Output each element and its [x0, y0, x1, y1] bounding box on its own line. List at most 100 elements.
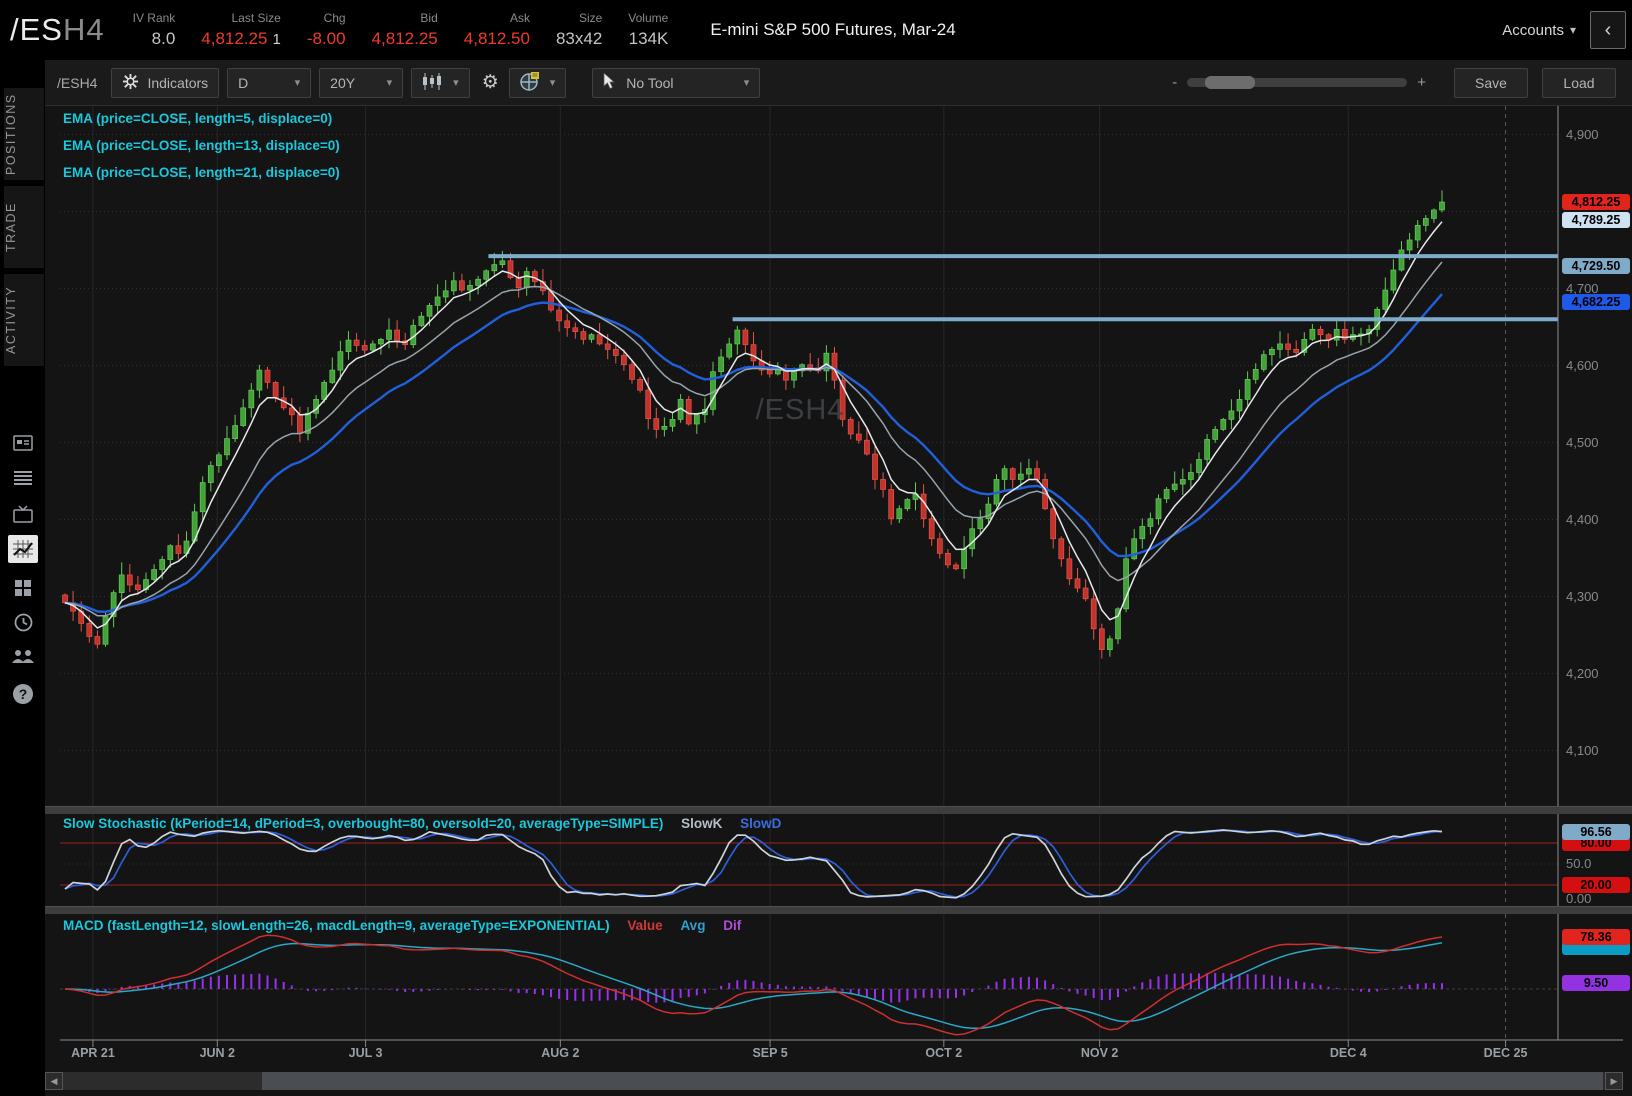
- quotes-icon[interactable]: [8, 429, 38, 457]
- axis-badge: 78.36: [1562, 929, 1630, 945]
- header: /ESH4 IV Rank8.0 Last Size4,812.251 Chg-…: [0, 0, 1632, 60]
- toolbar-right-group: - + Save Load: [1162, 68, 1632, 98]
- time-axis-label: APR 21: [71, 1046, 115, 1060]
- chevron-down-icon: ▾: [453, 76, 459, 89]
- axis-badge: 4,789.25: [1562, 212, 1630, 228]
- ema13-study-label[interactable]: EMA (price=CLOSE, length=13, displace=0): [63, 138, 340, 153]
- cursor-icon: [603, 73, 616, 92]
- timeframe-dropdown[interactable]: D▾: [227, 68, 311, 98]
- studies-burst-icon: [122, 73, 139, 93]
- tv-icon[interactable]: [8, 500, 38, 528]
- macd-dif-legend: Dif: [723, 918, 741, 933]
- candlestick-type-icon: [422, 73, 443, 93]
- field-volume: Volume134K: [628, 11, 668, 49]
- chevron-down-icon: ▾: [550, 76, 556, 89]
- scroll-right-button[interactable]: ▶: [1605, 1072, 1623, 1090]
- zoom-slider[interactable]: [1187, 78, 1407, 87]
- chart-body: EMA (price=CLOSE, length=5, displace=0) …: [45, 106, 1632, 1096]
- time-axis-label: AUG 2: [541, 1046, 579, 1060]
- time-axis-label: JUL 3: [349, 1046, 383, 1060]
- axis-badge: 96.56: [1562, 824, 1630, 840]
- community-icon[interactable]: [8, 643, 38, 671]
- chevron-down-icon: ▾: [1570, 23, 1576, 37]
- globe-grid-icon: [520, 72, 540, 94]
- zoom-in-button[interactable]: +: [1417, 74, 1426, 91]
- field-chg: Chg-8.00: [307, 11, 346, 49]
- contract-description: E-mini S&P 500 Futures, Mar-24: [710, 20, 955, 40]
- chart-toolbar: /ESH4 Indicators D▾ 20Y▾ ▾ ⚙ ▾: [45, 60, 1632, 106]
- price-axis-label: 4,600: [1566, 358, 1599, 373]
- macd-study-label[interactable]: MACD (fastLength=12, slowLength=26, macd…: [63, 918, 741, 933]
- axis-badge: 4,812.25: [1562, 194, 1630, 210]
- field-last-size: Last Size4,812.251: [201, 11, 281, 49]
- sidebar: POSITIONS TRADE ACTIVITY ?: [0, 60, 45, 1096]
- field-bid: Bid4,812.25: [372, 11, 438, 49]
- macd-avg-legend: Avg: [680, 918, 705, 933]
- field-iv-rank: IV Rank8.0: [133, 11, 176, 49]
- zoom-slider-thumb[interactable]: [1205, 76, 1255, 89]
- price-axis-label: 4,300: [1566, 589, 1599, 604]
- axis-badge: 9.50: [1562, 975, 1630, 991]
- chart-plot[interactable]: [45, 106, 1632, 1096]
- time-axis-label: NOV 2: [1081, 1046, 1119, 1060]
- quote-fields: IV Rank8.0 Last Size4,812.251 Chg-8.00 B…: [133, 11, 695, 49]
- gear-icon[interactable]: ⚙: [482, 71, 499, 94]
- sidebar-tab-positions[interactable]: POSITIONS: [4, 88, 44, 180]
- chevron-down-icon: ▾: [744, 76, 750, 89]
- price-axis-label: 4,100: [1566, 743, 1599, 758]
- ema21-study-label[interactable]: EMA (price=CLOSE, length=21, displace=0): [63, 165, 340, 180]
- sidebar-tab-trade[interactable]: TRADE: [4, 186, 44, 268]
- stoch-axis-label: 0.00: [1566, 891, 1591, 906]
- chevron-down-icon: ▾: [387, 76, 393, 89]
- help-icon[interactable]: ?: [8, 680, 38, 708]
- stoch-axis-label: 50.0: [1566, 856, 1591, 871]
- symbol-contract: H4: [63, 12, 105, 47]
- slowk-legend: SlowK: [681, 816, 722, 831]
- apps-grid-icon[interactable]: [8, 574, 38, 602]
- view-mode-dropdown[interactable]: ▾: [509, 68, 567, 98]
- panel-divider[interactable]: [45, 906, 1632, 914]
- chart-type-dropdown[interactable]: ▾: [411, 68, 470, 98]
- price-axis-label: 4,400: [1566, 512, 1599, 527]
- app-window: /ESH4 IV Rank8.0 Last Size4,812.251 Chg-…: [0, 0, 1632, 1096]
- scrollbar-track[interactable]: [63, 1072, 1605, 1090]
- collapse-panel-button[interactable]: ‹: [1590, 11, 1626, 49]
- chevron-down-icon: ▾: [295, 76, 301, 89]
- scroll-left-button[interactable]: ◀: [45, 1072, 63, 1090]
- scrollbar-thumb[interactable]: [262, 1072, 1603, 1090]
- chart-watermark: /ESH4: [705, 394, 895, 427]
- price-axis-label: 4,200: [1566, 666, 1599, 681]
- time-scrollbar[interactable]: ◀ ▶: [45, 1072, 1623, 1090]
- slowd-legend: SlowD: [740, 816, 781, 831]
- field-ask: Ask4,812.50: [464, 11, 530, 49]
- field-size: Size83x42: [556, 11, 602, 49]
- watchlist-icon[interactable]: [8, 464, 38, 492]
- drawing-tool-dropdown[interactable]: No Tool ▾: [592, 68, 760, 98]
- macd-value-legend: Value: [627, 918, 662, 933]
- stoch-study-label[interactable]: Slow Stochastic (kPeriod=14, dPeriod=3, …: [63, 816, 781, 831]
- symbol-root: /ES: [10, 12, 63, 47]
- indicators-button[interactable]: Indicators: [111, 68, 219, 98]
- zoom-out-button[interactable]: -: [1172, 74, 1177, 91]
- charts-icon[interactable]: [8, 535, 38, 563]
- time-axis-label: DEC 25: [1484, 1046, 1528, 1060]
- price-axis-label: 4,500: [1566, 435, 1599, 450]
- axis-badge: 4,682.25: [1562, 294, 1630, 310]
- range-dropdown[interactable]: 20Y▾: [319, 68, 403, 98]
- panel-divider[interactable]: [45, 806, 1632, 814]
- load-button[interactable]: Load: [1542, 68, 1616, 98]
- chart-area: /ESH4 Indicators D▾ 20Y▾ ▾ ⚙ ▾: [45, 60, 1632, 1096]
- toolbar-symbol-label: /ESH4: [57, 75, 97, 91]
- time-axis-label: JUN 2: [200, 1046, 235, 1060]
- axis-badge: 20.00: [1562, 877, 1630, 893]
- price-axis-label: 4,900: [1566, 127, 1599, 142]
- save-button[interactable]: Save: [1454, 68, 1528, 98]
- history-clock-icon[interactable]: [8, 608, 38, 636]
- time-axis-label: SEP 5: [752, 1046, 787, 1060]
- time-axis-label: DEC 4: [1330, 1046, 1367, 1060]
- accounts-menu[interactable]: Accounts▾: [1502, 22, 1576, 39]
- symbol-title: /ESH4: [10, 12, 105, 48]
- ema5-study-label[interactable]: EMA (price=CLOSE, length=5, displace=0): [63, 111, 332, 126]
- time-axis-label: OCT 2: [925, 1046, 962, 1060]
- sidebar-tab-activity[interactable]: ACTIVITY: [4, 274, 44, 366]
